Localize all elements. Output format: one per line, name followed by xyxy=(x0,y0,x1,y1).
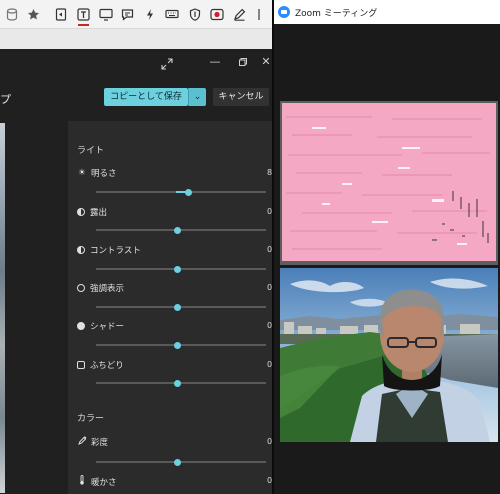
adjustment-label: 彩度 xyxy=(91,438,109,448)
adjustment-label: 強調表示 xyxy=(90,284,125,294)
adjustment-shadows: シャドー xyxy=(77,320,124,332)
shadows-icon xyxy=(77,322,85,330)
photo-editor-window: — ✕ プ コピーとして保存 ⌄ キャンセル ライト ☀ 明るさ 8 露出 0 xyxy=(0,49,272,494)
zoom-titlebar: Zoom ミーティング xyxy=(274,0,500,24)
adjustment-label: ふちどり xyxy=(90,361,124,371)
slider-thumb[interactable] xyxy=(174,303,181,311)
brightness-slider[interactable] xyxy=(96,188,266,196)
zoom-window-title: Zoom ミーティング xyxy=(295,8,378,19)
keyboard-icon[interactable] xyxy=(162,2,183,26)
contrast-icon xyxy=(77,246,85,254)
browser-toolbar xyxy=(0,0,272,29)
adjustment-highlights: 強調表示 xyxy=(77,282,124,294)
slider-thumb[interactable] xyxy=(174,265,181,273)
adjustment-label: コントラスト xyxy=(90,246,141,256)
vignette-slider[interactable] xyxy=(96,379,266,387)
zoom-window: Zoom ミーティング xyxy=(274,0,500,494)
contrast-slider[interactable] xyxy=(96,265,266,273)
slider-thumb[interactable] xyxy=(174,458,181,466)
vignette-icon xyxy=(77,361,85,369)
shared-screen-tile[interactable] xyxy=(280,101,498,265)
shadows-slider[interactable] xyxy=(96,341,266,349)
exposure-icon xyxy=(77,208,85,216)
participant-video[interactable] xyxy=(280,268,498,442)
comment-icon[interactable] xyxy=(117,2,138,26)
brightness-icon: ☀ xyxy=(78,168,86,178)
browser-content-strip xyxy=(0,29,272,49)
editor-titlebar: — ✕ xyxy=(0,49,272,75)
eyedropper-icon xyxy=(77,436,87,448)
saturation-slider[interactable] xyxy=(96,458,266,466)
thermometer-icon xyxy=(77,475,87,488)
section-title-color: カラー xyxy=(77,414,105,424)
database-icon[interactable] xyxy=(1,2,22,26)
shield-icon[interactable] xyxy=(184,2,205,26)
star-icon[interactable] xyxy=(23,2,44,26)
adjustment-label: 暖かさ xyxy=(91,477,117,488)
maximize-icon[interactable] xyxy=(234,53,252,71)
adjustment-label: シャドー xyxy=(90,322,125,332)
cancel-button[interactable]: キャンセル xyxy=(213,88,269,106)
highlights-icon xyxy=(77,284,85,292)
adjustment-vignette: ふちどり xyxy=(77,359,124,371)
pen-icon[interactable] xyxy=(229,2,250,26)
text-selection-icon[interactable] xyxy=(73,2,94,26)
chevron-down-icon[interactable]: ⌄ xyxy=(188,88,206,106)
save-as-copy-button[interactable]: コピーとして保存 xyxy=(104,88,188,106)
slider-thumb[interactable] xyxy=(174,226,181,234)
editor-title: プ xyxy=(0,93,11,106)
slider-thumb[interactable] xyxy=(185,188,192,196)
reading-view-icon[interactable] xyxy=(51,2,72,26)
minimize-icon[interactable]: — xyxy=(206,53,224,71)
slider-thumb[interactable] xyxy=(174,341,181,349)
section-title-light: ライト xyxy=(77,146,105,156)
adjustment-contrast: コントラスト xyxy=(77,244,141,256)
zoom-logo-icon xyxy=(278,6,290,18)
adjustment-label: 露出 xyxy=(90,208,108,218)
adjustment-saturation: 彩度 xyxy=(77,436,108,448)
exposure-slider[interactable] xyxy=(96,226,266,234)
adjustment-brightness: ☀ 明るさ xyxy=(77,167,117,179)
adjustment-exposure: 露出 xyxy=(77,206,107,218)
slider-thumb[interactable] xyxy=(174,379,181,387)
close-icon[interactable]: ✕ xyxy=(260,53,272,71)
screen-icon[interactable] xyxy=(95,2,116,26)
adjustment-warmth: 暖かさ xyxy=(77,475,117,488)
lightning-icon[interactable] xyxy=(140,2,161,26)
fullscreen-icon[interactable] xyxy=(161,55,175,70)
adjustment-label: 明るさ xyxy=(91,169,117,179)
shared-screen-content xyxy=(282,103,496,261)
adjustment-panel: ライト ☀ 明るさ 8 露出 0 コントラスト 0 強調表示 0 シャドー 0 … xyxy=(68,121,272,494)
record-icon[interactable] xyxy=(206,2,227,26)
more-icon[interactable] xyxy=(251,2,272,26)
highlights-slider[interactable] xyxy=(96,303,266,311)
photo-preview xyxy=(0,123,5,493)
